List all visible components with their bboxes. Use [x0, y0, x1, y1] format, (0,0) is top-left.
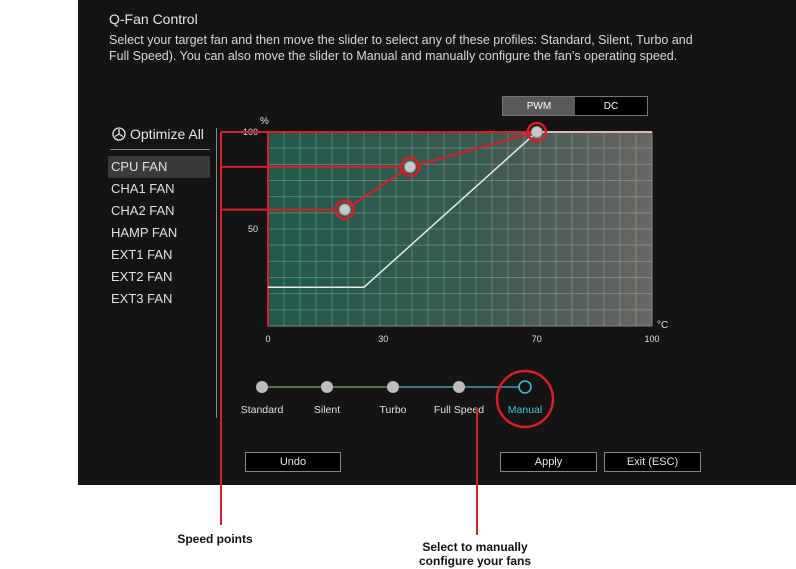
- undo-button[interactable]: Undo: [245, 452, 341, 472]
- profile-label: Silent: [314, 404, 340, 416]
- callout-manual: Select to manually configure your fans: [418, 540, 531, 568]
- profile-stop-manual[interactable]: [518, 380, 532, 394]
- y-tick-label: 50: [248, 224, 258, 234]
- x-tick-label: 30: [378, 334, 388, 344]
- x-tick-label: 70: [532, 334, 542, 344]
- profile-stop-silent[interactable]: [321, 381, 333, 393]
- profile-label: Standard: [241, 404, 284, 416]
- x-axis-unit: °C: [657, 320, 668, 331]
- x-tick-label: 0: [265, 334, 270, 344]
- profile-stop-full-speed[interactable]: [453, 381, 465, 393]
- speed-point-handle[interactable]: [404, 160, 417, 173]
- profile-stop-standard[interactable]: [256, 381, 268, 393]
- exit-button[interactable]: Exit (ESC): [604, 452, 701, 472]
- apply-button[interactable]: Apply: [500, 452, 597, 472]
- speed-point-handle[interactable]: [338, 203, 351, 216]
- fan-curve-chart: %°C0 30 70 10050100 Standard Silent Turbo Full…: [220, 116, 668, 535]
- profile-label: Turbo: [379, 404, 406, 416]
- profile-label: Manual: [508, 404, 542, 416]
- manual-highlight-ring: [495, 369, 555, 429]
- y-axis-unit: %: [260, 116, 269, 127]
- speed-point-handle[interactable]: [530, 126, 543, 138]
- x-tick-label: 100: [644, 334, 659, 344]
- callout-speed-points: Speed points: [177, 532, 253, 546]
- profile-stop-turbo[interactable]: [387, 381, 399, 393]
